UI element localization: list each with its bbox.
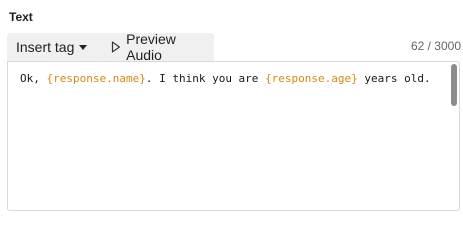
insert-tag-button[interactable]: Insert tag bbox=[7, 33, 103, 61]
tag-response-name: {response.name} bbox=[46, 72, 146, 85]
tag-response-age: {response.age} bbox=[265, 72, 358, 85]
editor-content[interactable]: Ok, {response.name}. I think you are {re… bbox=[20, 72, 431, 85]
play-icon bbox=[112, 41, 121, 53]
preview-audio-label: Preview Audio bbox=[126, 31, 176, 63]
text-editor[interactable]: Ok, {response.name}. I think you are {re… bbox=[7, 61, 460, 211]
editor-toolbar: Insert tag Preview Audio bbox=[7, 31, 214, 63]
character-count: 62 / 3000 bbox=[410, 39, 461, 53]
preview-audio-button[interactable]: Preview Audio bbox=[103, 31, 214, 63]
text-segment: . I think you are bbox=[145, 72, 266, 85]
text-segment: years old. bbox=[357, 72, 431, 85]
chevron-down-icon bbox=[79, 45, 88, 50]
field-label: Text bbox=[9, 10, 33, 24]
text-segment: Ok, bbox=[20, 72, 47, 85]
insert-tag-label: Insert tag bbox=[16, 39, 75, 55]
scrollbar-thumb[interactable] bbox=[451, 64, 457, 106]
